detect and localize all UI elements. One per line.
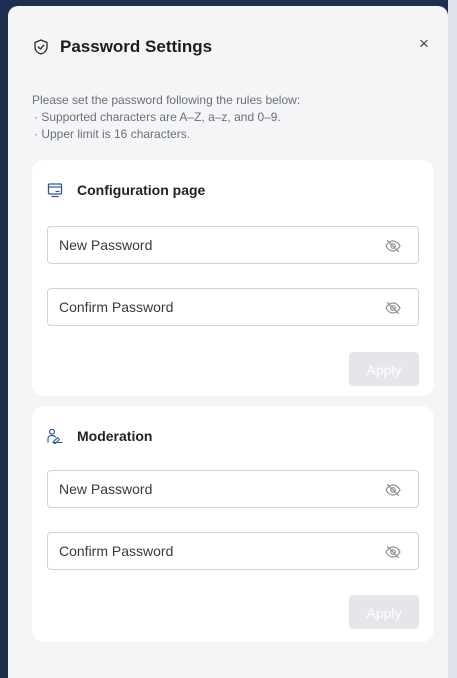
confirm-password-input[interactable] bbox=[48, 289, 359, 325]
apply-button[interactable]: Apply bbox=[349, 595, 419, 629]
moderation-card: Moderation Apply bbox=[32, 406, 434, 642]
new-password-field bbox=[47, 470, 419, 508]
confirm-password-input[interactable] bbox=[48, 533, 359, 569]
new-password-input[interactable] bbox=[48, 227, 359, 263]
card-title: Configuration page bbox=[77, 182, 206, 198]
eye-off-icon[interactable] bbox=[384, 299, 402, 317]
moderator-icon bbox=[47, 428, 63, 444]
rule-item: · Upper limit is 16 characters. bbox=[34, 127, 191, 141]
card-title: Moderation bbox=[77, 428, 153, 444]
apply-button[interactable]: Apply bbox=[349, 352, 419, 386]
confirm-password-field bbox=[47, 532, 419, 570]
password-rules: Please set the password following the ru… bbox=[32, 92, 300, 143]
rules-intro: Please set the password following the ru… bbox=[32, 93, 301, 107]
eye-off-icon[interactable] bbox=[384, 543, 402, 561]
dialog-title: Password Settings bbox=[60, 37, 213, 56]
new-password-field bbox=[47, 226, 419, 264]
shield-check-icon bbox=[32, 38, 50, 56]
card-header: Moderation bbox=[47, 426, 152, 446]
eye-off-icon[interactable] bbox=[384, 481, 402, 499]
close-button[interactable]: × bbox=[416, 34, 432, 53]
monitor-icon bbox=[47, 182, 63, 198]
backdrop bbox=[448, 0, 457, 678]
dialog-header: Password Settings bbox=[32, 34, 212, 60]
new-password-input[interactable] bbox=[48, 471, 359, 507]
card-header: Configuration page bbox=[47, 180, 205, 200]
configuration-page-card: Configuration page Apply bbox=[32, 160, 434, 396]
eye-off-icon[interactable] bbox=[384, 237, 402, 255]
confirm-password-field bbox=[47, 288, 419, 326]
close-icon: × bbox=[419, 34, 429, 53]
password-settings-dialog: Password Settings × Please set the passw… bbox=[8, 6, 448, 678]
rule-item: · Supported characters are A–Z, a–z, and… bbox=[34, 110, 281, 124]
